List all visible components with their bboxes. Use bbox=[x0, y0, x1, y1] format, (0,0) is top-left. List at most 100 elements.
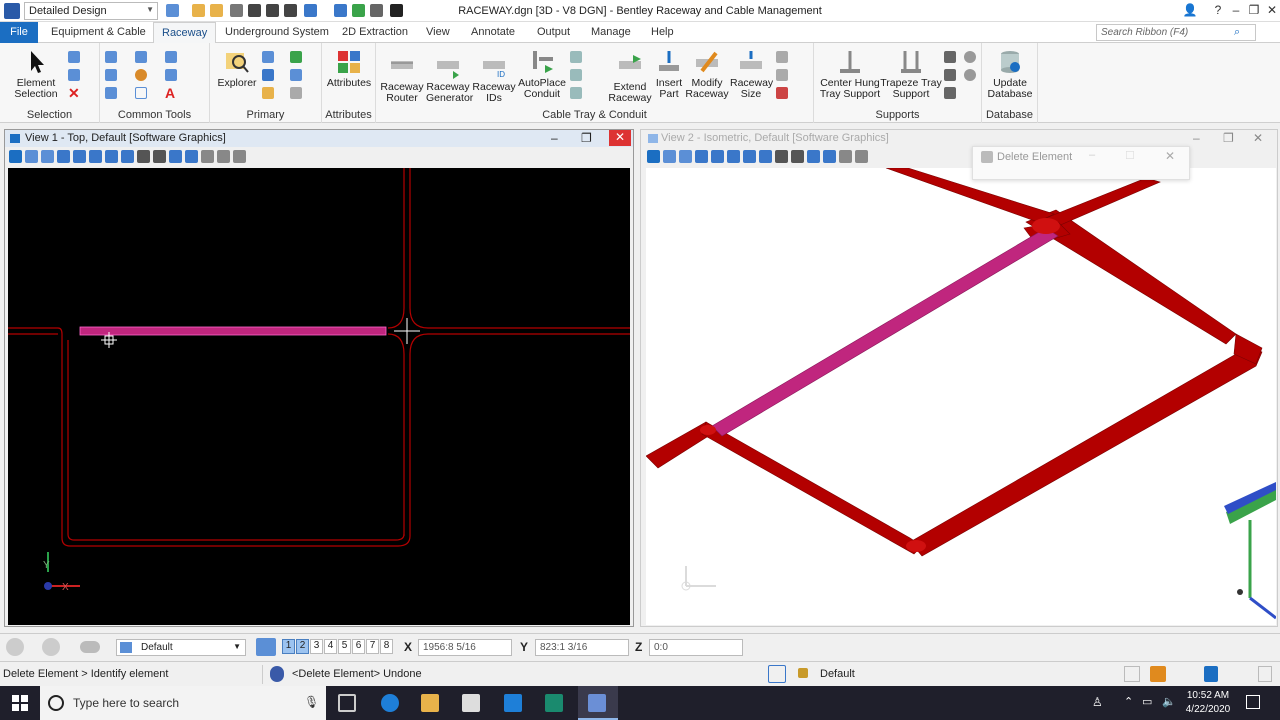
view-next-icon[interactable] bbox=[823, 150, 836, 163]
taskbar-search-input[interactable]: Type here to search bbox=[40, 686, 326, 720]
edge-icon[interactable] bbox=[381, 694, 399, 712]
support-tool-2-icon[interactable] bbox=[964, 51, 976, 63]
view-previous-icon[interactable] bbox=[169, 150, 182, 163]
volume-icon[interactable]: 🔈 bbox=[1162, 695, 1176, 708]
tab-manage[interactable]: Manage bbox=[591, 26, 631, 38]
info-icon[interactable] bbox=[270, 666, 284, 682]
pan-view-icon[interactable] bbox=[137, 150, 150, 163]
view-2-maximize-icon[interactable]: ❐ bbox=[1223, 131, 1234, 145]
update-view-icon[interactable] bbox=[679, 150, 692, 163]
save-settings-icon[interactable] bbox=[1124, 666, 1140, 682]
search-ribbon-input[interactable]: Search Ribbon (F4) bbox=[1096, 24, 1256, 41]
dialog-maximize-icon[interactable]: ☐ bbox=[1125, 149, 1135, 162]
lock-icon[interactable] bbox=[798, 668, 808, 678]
file-icon[interactable] bbox=[1204, 666, 1218, 682]
view-previous-icon[interactable] bbox=[807, 150, 820, 163]
display-style-icon[interactable] bbox=[663, 150, 676, 163]
fit-view-icon[interactable] bbox=[105, 150, 118, 163]
delete-icon[interactable]: ✕ bbox=[68, 85, 80, 102]
close-icon[interactable]: ✕ bbox=[1262, 3, 1280, 17]
window-area-icon[interactable] bbox=[89, 150, 102, 163]
dialog-close-icon[interactable]: ✕ bbox=[1165, 149, 1175, 163]
paint-icon[interactable] bbox=[135, 69, 147, 81]
view-attributes-icon[interactable] bbox=[647, 150, 660, 163]
view-1-minimize-icon[interactable]: – bbox=[551, 131, 558, 145]
zoom-in-icon[interactable] bbox=[695, 150, 708, 163]
view-1-canvas[interactable]: Y X bbox=[8, 168, 630, 625]
y-coordinate-field[interactable]: 823:1 3/16 bbox=[535, 639, 629, 656]
view-2-canvas[interactable] bbox=[646, 168, 1276, 625]
forward-icon[interactable] bbox=[42, 638, 60, 656]
delete-element-dialog[interactable]: Delete Element – ☐ ✕ bbox=[972, 146, 1190, 180]
zoom-in-icon[interactable] bbox=[57, 150, 70, 163]
clip-volume-icon[interactable] bbox=[839, 150, 852, 163]
mail-icon[interactable] bbox=[504, 694, 522, 712]
levels-icon[interactable] bbox=[290, 51, 302, 63]
task-view-icon[interactable] bbox=[338, 694, 356, 712]
support-tool-5-icon[interactable] bbox=[944, 87, 956, 99]
view-button-3[interactable]: 3 bbox=[310, 639, 323, 654]
walk-icon[interactable] bbox=[791, 150, 804, 163]
zoom-out-icon[interactable] bbox=[73, 150, 86, 163]
fit-view-icon[interactable] bbox=[743, 150, 756, 163]
models-icon[interactable] bbox=[262, 87, 274, 99]
bentley-app-icon[interactable] bbox=[545, 694, 563, 712]
tab-view[interactable]: View bbox=[426, 26, 450, 38]
raceway-app-icon[interactable] bbox=[588, 694, 606, 712]
rotate-view-icon[interactable] bbox=[121, 150, 134, 163]
tab-2d-extraction[interactable]: 2D Extraction bbox=[342, 26, 408, 38]
references-icon[interactable] bbox=[262, 69, 274, 81]
window-area-icon[interactable] bbox=[727, 150, 740, 163]
select-icon[interactable] bbox=[68, 51, 80, 63]
display-icon[interactable] bbox=[290, 69, 302, 81]
attributes-button[interactable]: Attributes bbox=[324, 49, 374, 89]
tab-file[interactable]: File bbox=[0, 22, 38, 43]
microphone-icon[interactable]: 🎙 bbox=[304, 695, 319, 709]
system-clock[interactable]: 10:52 AM 4/22/2020 bbox=[1180, 689, 1236, 717]
file-explorer-icon[interactable] bbox=[421, 694, 439, 712]
level-display-icon[interactable] bbox=[80, 641, 100, 653]
tab-raceway[interactable]: Raceway bbox=[153, 22, 217, 44]
curve-icon[interactable] bbox=[105, 87, 117, 99]
view-button-8[interactable]: 8 bbox=[380, 639, 393, 654]
back-icon[interactable] bbox=[6, 638, 24, 656]
tab-annotate[interactable]: Annotate bbox=[471, 26, 515, 38]
clip-mask-icon[interactable] bbox=[855, 150, 868, 163]
restore-icon[interactable]: ❐ bbox=[1244, 3, 1264, 17]
people-icon[interactable]: ♙ bbox=[1092, 695, 1103, 709]
raceway-generator-button[interactable]: Raceway Generator bbox=[426, 53, 473, 104]
network-icon[interactable]: ▭ bbox=[1142, 695, 1152, 708]
update-database-button[interactable]: Update Database bbox=[984, 49, 1036, 100]
windows-start-icon[interactable] bbox=[12, 695, 28, 711]
view-button-7[interactable]: 7 bbox=[366, 639, 379, 654]
raceway-router-button[interactable]: Raceway Router bbox=[380, 53, 424, 104]
tray-tool-3-icon[interactable] bbox=[776, 87, 788, 99]
view-button-5[interactable]: 5 bbox=[338, 639, 351, 654]
fence-icon[interactable] bbox=[68, 69, 80, 81]
z-coordinate-field[interactable]: 0:0 bbox=[649, 639, 743, 656]
center-hung-tray-support-button[interactable]: Center Hung Tray Support bbox=[818, 49, 882, 100]
text-icon[interactable]: A bbox=[165, 85, 175, 101]
copy-icon[interactable] bbox=[165, 69, 177, 81]
view-attributes-icon[interactable] bbox=[9, 150, 22, 163]
level-dropdown[interactable]: Default ▼ bbox=[116, 639, 246, 656]
trapeze-tray-support-button[interactable]: Trapeze Tray Support bbox=[880, 49, 942, 100]
support-tool-3-icon[interactable] bbox=[944, 69, 956, 81]
autoplace-conduit-button[interactable]: AutoPlace Conduit bbox=[518, 49, 566, 100]
rectangle-icon[interactable] bbox=[135, 87, 147, 99]
tab-equipment-cable[interactable]: Equipment & Cable bbox=[51, 26, 146, 38]
view-1-maximize-icon[interactable]: ❐ bbox=[581, 131, 592, 145]
notifications-icon[interactable] bbox=[1246, 695, 1260, 709]
user-icon[interactable]: 👤 bbox=[1180, 3, 1200, 17]
extend-raceway-button[interactable]: Extend Raceway bbox=[606, 53, 654, 104]
raceway-ids-button[interactable]: ID Raceway IDs bbox=[472, 53, 516, 104]
zoom-out-icon[interactable] bbox=[711, 150, 724, 163]
tray-option-1-icon[interactable] bbox=[570, 51, 582, 63]
pan-view-icon[interactable] bbox=[775, 150, 788, 163]
display-style-icon[interactable] bbox=[25, 150, 38, 163]
tray-tool-1-icon[interactable] bbox=[776, 51, 788, 63]
view-2-close-icon[interactable]: ✕ bbox=[1253, 131, 1263, 145]
view-2-window[interactable]: View 2 - Isometric, Default [Software Gr… bbox=[640, 129, 1278, 627]
properties-icon[interactable] bbox=[262, 51, 274, 63]
support-tool-4-icon[interactable] bbox=[964, 69, 976, 81]
